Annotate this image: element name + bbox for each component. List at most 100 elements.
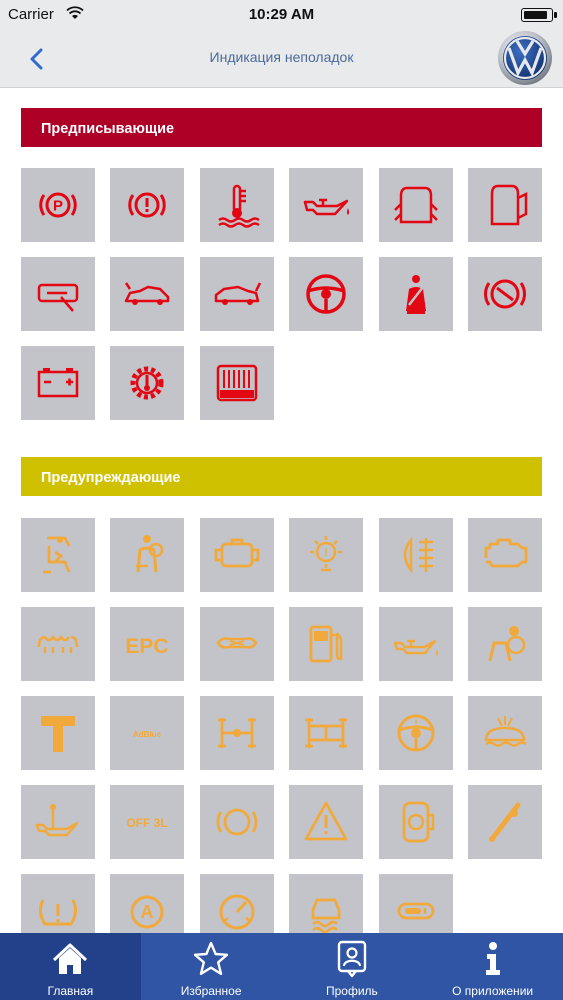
warning-indicator-tile[interactable]	[21, 785, 95, 859]
svg-text:AdBlue: AdBlue	[133, 730, 162, 739]
prescriptive-indicator-tile[interactable]	[199, 168, 274, 242]
warning-indicator-tile[interactable]	[289, 607, 364, 681]
parking-brake-icon: P	[39, 192, 77, 218]
warning-indicator-tile[interactable]	[467, 518, 542, 592]
start-stop-icon: A	[130, 895, 164, 929]
warning-indicator-tile[interactable]	[21, 696, 95, 770]
tab-home[interactable]: Главная	[0, 933, 141, 1000]
warning-indicator-tile[interactable]	[378, 785, 453, 859]
prescriptive-indicator-tile[interactable]	[21, 346, 95, 420]
brake-warning-icon	[128, 192, 167, 218]
warning-indicator-tile[interactable]	[378, 874, 453, 933]
traction-control-icon	[311, 898, 341, 933]
speedometer-icon	[219, 894, 255, 930]
warning-indicator-tile[interactable]	[467, 696, 542, 770]
adblue-icon: AdBlue	[133, 730, 162, 739]
warning-indicator-tile[interactable]	[289, 785, 364, 859]
door-open-alt-icon	[490, 184, 528, 226]
hood-open-icon	[125, 282, 170, 305]
warning-indicator-tile[interactable]	[467, 785, 542, 859]
warning-indicator-tile[interactable]	[378, 607, 453, 681]
prescriptive-indicator-tile[interactable]	[199, 346, 274, 420]
info-icon	[485, 942, 500, 975]
star-icon	[193, 941, 229, 975]
svg-text:!: !	[324, 547, 328, 559]
transmission-temperature-icon	[130, 366, 164, 400]
warning-indicator-tile[interactable]	[378, 518, 453, 592]
electric-parking-brake-icon	[484, 279, 526, 309]
cruise-control-icon	[397, 902, 434, 920]
profile-icon	[337, 940, 367, 978]
warning-indicator-tile[interactable]	[21, 607, 95, 681]
tab-about[interactable]: О приложении	[422, 933, 563, 1000]
fuel-cap-icon	[402, 801, 434, 843]
tab-bar: Главная Избранное Профиль О приложении	[0, 933, 563, 1000]
tab-about-label: О приложении	[452, 984, 534, 998]
content-scroll-area[interactable]: Предписывающие P Предупреждающие ! EPC AdB…	[0, 88, 563, 933]
warning-indicator-tile[interactable]	[199, 696, 274, 770]
warning-indicator-tile[interactable]: AdBlue	[110, 696, 185, 770]
warning-indicator-tile[interactable]	[21, 518, 95, 592]
prescriptive-indicator-tile[interactable]	[467, 257, 542, 331]
warning-indicator-tile[interactable]	[199, 785, 274, 859]
steering-wheel-icon	[306, 274, 346, 314]
status-time: 10:29 AM	[248, 6, 315, 23]
warning-indicator-tile[interactable]	[467, 607, 542, 681]
section-title-prescriptive: Предписывающие	[41, 121, 175, 137]
tab-profile[interactable]: Профиль	[282, 933, 423, 1000]
warning-indicator-tile[interactable]: !	[378, 696, 453, 770]
prescriptive-indicator-tile[interactable]	[378, 168, 453, 242]
rear-fog-light-icon	[403, 536, 433, 574]
door-open-icon	[393, 186, 438, 224]
tab-favorites-label: Избранное	[180, 984, 242, 998]
tire-pressure-icon	[38, 899, 78, 926]
steering-lock-icon	[37, 283, 79, 312]
oil-pressure-icon	[303, 198, 350, 216]
page-title: Индикация неполадок	[209, 49, 354, 65]
warning-indicator-tile[interactable]: OFF 3L	[110, 785, 185, 859]
app-screen: Carrier 10:29 AM Индикация неполадок Пре…	[0, 0, 563, 1000]
icon-grid-prescriptive: P	[21, 168, 543, 420]
svg-text:!: !	[414, 718, 417, 728]
prescriptive-indicator-tile[interactable]	[110, 346, 185, 420]
prescriptive-indicator-tile[interactable]	[21, 257, 95, 331]
warning-indicator-tile[interactable]: A	[110, 874, 185, 933]
svg-text:A: A	[141, 902, 154, 922]
child-seat-icon	[43, 536, 71, 574]
section-header-prescriptive: Предписывающие	[21, 108, 542, 147]
airbag-passenger-icon	[488, 626, 526, 662]
warning-indicator-tile[interactable]	[199, 607, 274, 681]
epc-icon: EPC	[126, 635, 169, 658]
engine-check-icon	[484, 538, 528, 568]
parking-sensor-icon	[216, 808, 258, 836]
prescriptive-indicator-tile[interactable]	[378, 257, 453, 331]
warning-indicator-tile[interactable]	[21, 874, 95, 933]
warning-indicator-tile[interactable]	[289, 874, 364, 933]
warning-indicator-tile[interactable]	[289, 696, 364, 770]
section-header-warning: Предупреждающие	[21, 457, 542, 496]
warning-indicator-tile[interactable]	[199, 874, 274, 933]
prescriptive-indicator-tile[interactable]	[467, 168, 542, 242]
warning-indicator-tile[interactable]	[199, 518, 274, 592]
prescriptive-indicator-tile[interactable]	[110, 257, 185, 331]
warning-indicator-tile[interactable]	[110, 518, 185, 592]
prescriptive-indicator-tile[interactable]	[199, 257, 274, 331]
tab-profile-label: Профиль	[325, 984, 378, 998]
oil-level-icon	[393, 639, 438, 656]
warning-indicator-tile[interactable]: EPC	[110, 607, 185, 681]
seatbelt-icon	[405, 275, 426, 314]
prescriptive-indicator-tile[interactable]	[110, 168, 185, 242]
status-bar: Carrier 10:29 AM	[0, 0, 563, 30]
service-icon	[41, 716, 75, 752]
warning-indicator-tile[interactable]: !	[289, 518, 364, 592]
wiper-icon	[488, 802, 521, 842]
off-road-icon: OFF 3L	[127, 816, 168, 830]
navigation-bar: Индикация неполадок	[0, 30, 563, 88]
svg-text:P: P	[53, 198, 63, 215]
prescriptive-indicator-tile[interactable]: P	[21, 168, 95, 242]
prescriptive-indicator-tile[interactable]	[289, 257, 364, 331]
tab-favorites[interactable]: Избранное	[141, 933, 282, 1000]
prescriptive-indicator-tile[interactable]	[289, 168, 364, 242]
glow-plug-icon	[37, 634, 79, 653]
svg-text:EPC: EPC	[126, 635, 169, 658]
